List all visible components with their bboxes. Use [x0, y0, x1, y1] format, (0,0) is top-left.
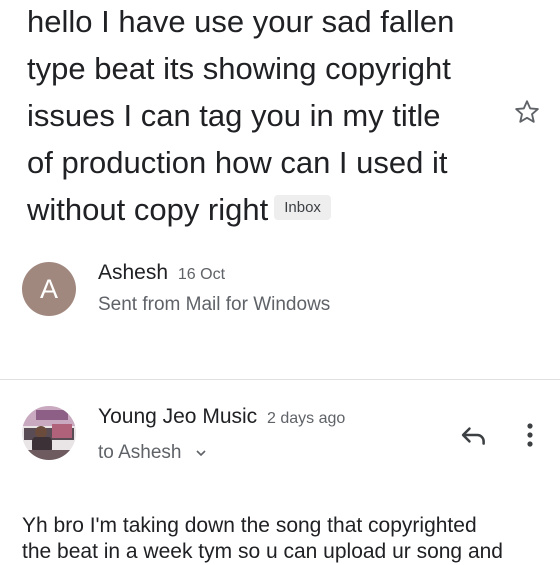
- message-date: 16 Oct: [177, 266, 226, 283]
- more-vert-icon[interactable]: [517, 418, 543, 452]
- message-body: Yh bro I'm taking down the song that cop…: [22, 513, 552, 565]
- divider: [0, 379, 560, 380]
- subject-line-last: without copy right Inbox: [27, 186, 497, 233]
- thread-subject: hello I have use your sad fallen type be…: [27, 0, 497, 233]
- sender-name: Ashesh: [98, 261, 169, 284]
- body-line: the beat in a week tym so u can upload u…: [22, 540, 503, 563]
- message-header: Young Jeo Music 2 days ago: [98, 405, 345, 429]
- star-icon[interactable]: [513, 98, 541, 126]
- inbox-label-chip[interactable]: Inbox: [274, 195, 331, 221]
- subject-line: hello I have use your sad fallen: [27, 4, 455, 39]
- recipient-details-toggle[interactable]: to Ashesh: [98, 442, 207, 464]
- body-line: Yh bro I'm taking down the song that cop…: [22, 514, 477, 537]
- sender-name: Young Jeo Music: [98, 405, 258, 428]
- subject-line: issues I can tag you in my title: [27, 98, 441, 133]
- subject-line: type beat its showing copyright: [27, 51, 451, 86]
- chevron-down-icon: [196, 450, 206, 457]
- subject-line-text: without copy right: [27, 192, 269, 227]
- message-header[interactable]: Ashesh 16 Oct: [98, 261, 225, 285]
- recipient-text: to Ashesh: [98, 442, 182, 463]
- reply-icon[interactable]: [456, 418, 490, 452]
- sender-avatar[interactable]: A: [22, 262, 76, 316]
- message-date: 2 days ago: [267, 410, 346, 427]
- sender-avatar-photo[interactable]: [22, 406, 76, 460]
- message-snippet[interactable]: Sent from Mail for Windows: [98, 294, 330, 316]
- subject-line: of production how can I used it: [27, 145, 448, 180]
